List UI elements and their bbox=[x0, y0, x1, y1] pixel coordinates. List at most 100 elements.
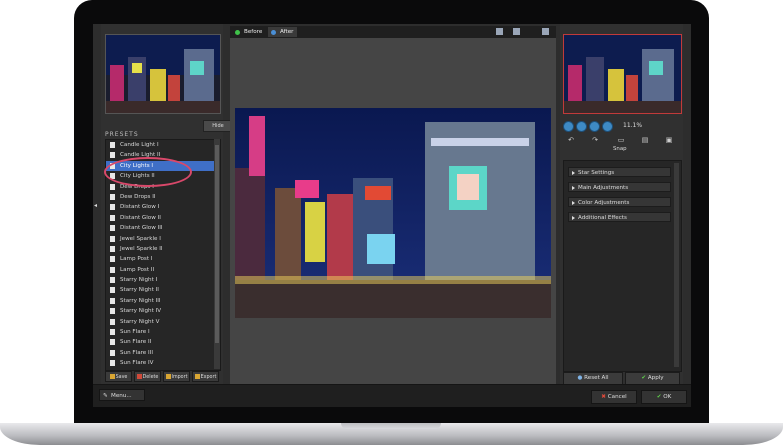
preset-doc-icon bbox=[110, 266, 115, 273]
screen: ◂ Hide PRESETS Candle Light I Candle Lig… bbox=[93, 24, 691, 407]
preset-label: Starry Night I bbox=[120, 277, 158, 284]
preset-item[interactable]: Lamp Post II bbox=[106, 265, 220, 275]
preset-label: Jewel Sparkle I bbox=[120, 235, 161, 242]
preset-doc-icon bbox=[110, 214, 115, 221]
tab-before[interactable]: Before bbox=[232, 27, 266, 37]
preset-label: Sun Flare III bbox=[120, 349, 153, 356]
preset-label: Starry Night III bbox=[120, 297, 161, 304]
city-photo-image bbox=[235, 108, 551, 318]
preset-label: Starry Night V bbox=[120, 318, 160, 325]
export-button[interactable]: Export bbox=[192, 371, 219, 382]
adjustments-panel: Star Settings Main Adjustments Color Adj… bbox=[563, 160, 682, 372]
tab-after-label: After bbox=[280, 29, 294, 35]
preset-label: Starry Night II bbox=[120, 287, 159, 294]
adjustments-scrollbar[interactable] bbox=[674, 163, 679, 367]
color-adjustments-section[interactable]: Color Adjustments bbox=[568, 197, 671, 207]
preset-item[interactable]: Starry Night II bbox=[106, 285, 220, 295]
zoom-out-icon[interactable] bbox=[576, 121, 587, 132]
zoom-level: 11.1% bbox=[623, 122, 643, 129]
star-settings-section[interactable]: Star Settings bbox=[568, 167, 671, 177]
before-dot-icon bbox=[235, 29, 240, 35]
city-thumbnail-image bbox=[106, 35, 220, 113]
redo-icon[interactable]: ↷ bbox=[589, 136, 601, 146]
section-label: Star Settings bbox=[578, 170, 615, 176]
left-panel: Hide PRESETS Candle Light I Candle Light … bbox=[101, 24, 233, 384]
tab-after[interactable]: After bbox=[268, 27, 298, 37]
preset-item[interactable]: Jewel Sparkle I bbox=[106, 234, 220, 244]
expand-icon bbox=[572, 201, 575, 205]
preset-doc-icon bbox=[110, 287, 115, 294]
preset-item[interactable]: Sun Flare II bbox=[106, 337, 220, 347]
preset-item[interactable]: Starry Night V bbox=[106, 317, 220, 327]
delete-label: Delete bbox=[142, 375, 159, 380]
preset-scrollbar[interactable] bbox=[214, 139, 220, 369]
preview-thumbnail[interactable] bbox=[563, 34, 682, 114]
section-label: Color Adjustments bbox=[578, 200, 630, 206]
ok-button[interactable]: ✔ OK bbox=[641, 390, 687, 404]
zoom-actual-icon[interactable] bbox=[602, 121, 613, 132]
preset-item[interactable]: Starry Night IV bbox=[106, 306, 220, 316]
preset-doc-icon bbox=[110, 245, 115, 252]
preset-doc-icon bbox=[110, 349, 115, 356]
preset-label: Sun Flare II bbox=[120, 339, 152, 346]
expand-icon bbox=[572, 171, 575, 175]
import-button[interactable]: Import bbox=[163, 371, 190, 382]
scrollbar-thumb[interactable] bbox=[215, 145, 219, 343]
footer-bar: ✎ Menu... ✖ Cancel ✔ OK bbox=[93, 384, 691, 407]
export-icon bbox=[194, 374, 200, 379]
navigator-thumbnail[interactable] bbox=[105, 34, 221, 114]
additional-effects-section[interactable]: Additional Effects bbox=[568, 212, 671, 222]
preset-label: Sun Flare I bbox=[120, 329, 150, 336]
zoom-controls: 11.1% bbox=[563, 120, 680, 132]
preset-doc-icon bbox=[110, 308, 115, 315]
side-view-icon[interactable] bbox=[542, 28, 549, 35]
preset-label: Distant Glow III bbox=[120, 225, 163, 232]
preset-item[interactable]: Lamp Post I bbox=[106, 254, 220, 264]
collapse-left-icon[interactable]: ◂ bbox=[94, 202, 97, 209]
preset-doc-icon bbox=[110, 152, 115, 159]
laptop-notch bbox=[341, 423, 441, 429]
preset-item[interactable]: Distant Glow III bbox=[106, 223, 220, 233]
preset-doc-icon bbox=[110, 297, 115, 304]
preset-item[interactable]: Sun Flare I bbox=[106, 327, 220, 337]
menu-button[interactable]: ✎ Menu... bbox=[99, 389, 145, 401]
import-label: Import bbox=[171, 375, 188, 380]
preset-item[interactable]: Candle Light I bbox=[106, 140, 220, 150]
preset-doc-icon bbox=[110, 235, 115, 242]
undo-icon[interactable]: ↶ bbox=[565, 136, 577, 146]
hide-button[interactable]: Hide bbox=[203, 120, 233, 132]
preset-label: Distant Glow II bbox=[120, 214, 161, 221]
preview-image bbox=[564, 35, 681, 113]
preset-label: Starry Night IV bbox=[120, 308, 162, 315]
zoom-fit-icon[interactable] bbox=[589, 121, 600, 132]
preset-item[interactable]: Distant Glow I bbox=[106, 202, 220, 212]
preset-item[interactable]: Jewel Sparkle II bbox=[106, 244, 220, 254]
preset-label: Dew Drops II bbox=[120, 193, 156, 200]
main-photo[interactable] bbox=[235, 108, 551, 318]
preset-item[interactable]: Starry Night III bbox=[106, 296, 220, 306]
main-adjustments-section[interactable]: Main Adjustments bbox=[568, 182, 671, 192]
delete-button[interactable]: Delete bbox=[134, 371, 161, 382]
preset-item[interactable]: Dew Drops II bbox=[106, 192, 220, 202]
snapshot-icon[interactable]: ▭ bbox=[615, 136, 627, 146]
preset-doc-icon bbox=[110, 329, 115, 336]
wrench-icon: ✎ bbox=[103, 393, 108, 399]
cancel-icon: ✖ bbox=[601, 394, 606, 400]
preset-item[interactable]: Sun Flare IV bbox=[106, 358, 220, 368]
right-actions: ● Reset All ✔ Apply bbox=[563, 372, 680, 385]
preset-label: Lamp Post II bbox=[120, 266, 155, 273]
comment-icon[interactable]: ▣ bbox=[663, 136, 675, 146]
zoom-in-icon[interactable] bbox=[563, 121, 574, 132]
preset-item[interactable]: Distant Glow II bbox=[106, 213, 220, 223]
preset-doc-icon bbox=[110, 360, 115, 367]
expand-icon bbox=[572, 216, 575, 220]
preset-doc-icon bbox=[110, 183, 115, 190]
section-label: Additional Effects bbox=[578, 215, 627, 221]
preset-item[interactable]: Starry Night I bbox=[106, 275, 220, 285]
split-view-icon[interactable] bbox=[513, 28, 520, 35]
preset-item[interactable]: Sun Flare III bbox=[106, 348, 220, 358]
compare-icon[interactable]: ▤ bbox=[639, 136, 651, 146]
single-view-icon[interactable] bbox=[496, 28, 503, 35]
cancel-button[interactable]: ✖ Cancel bbox=[591, 390, 637, 404]
save-button[interactable]: Save bbox=[105, 371, 132, 382]
